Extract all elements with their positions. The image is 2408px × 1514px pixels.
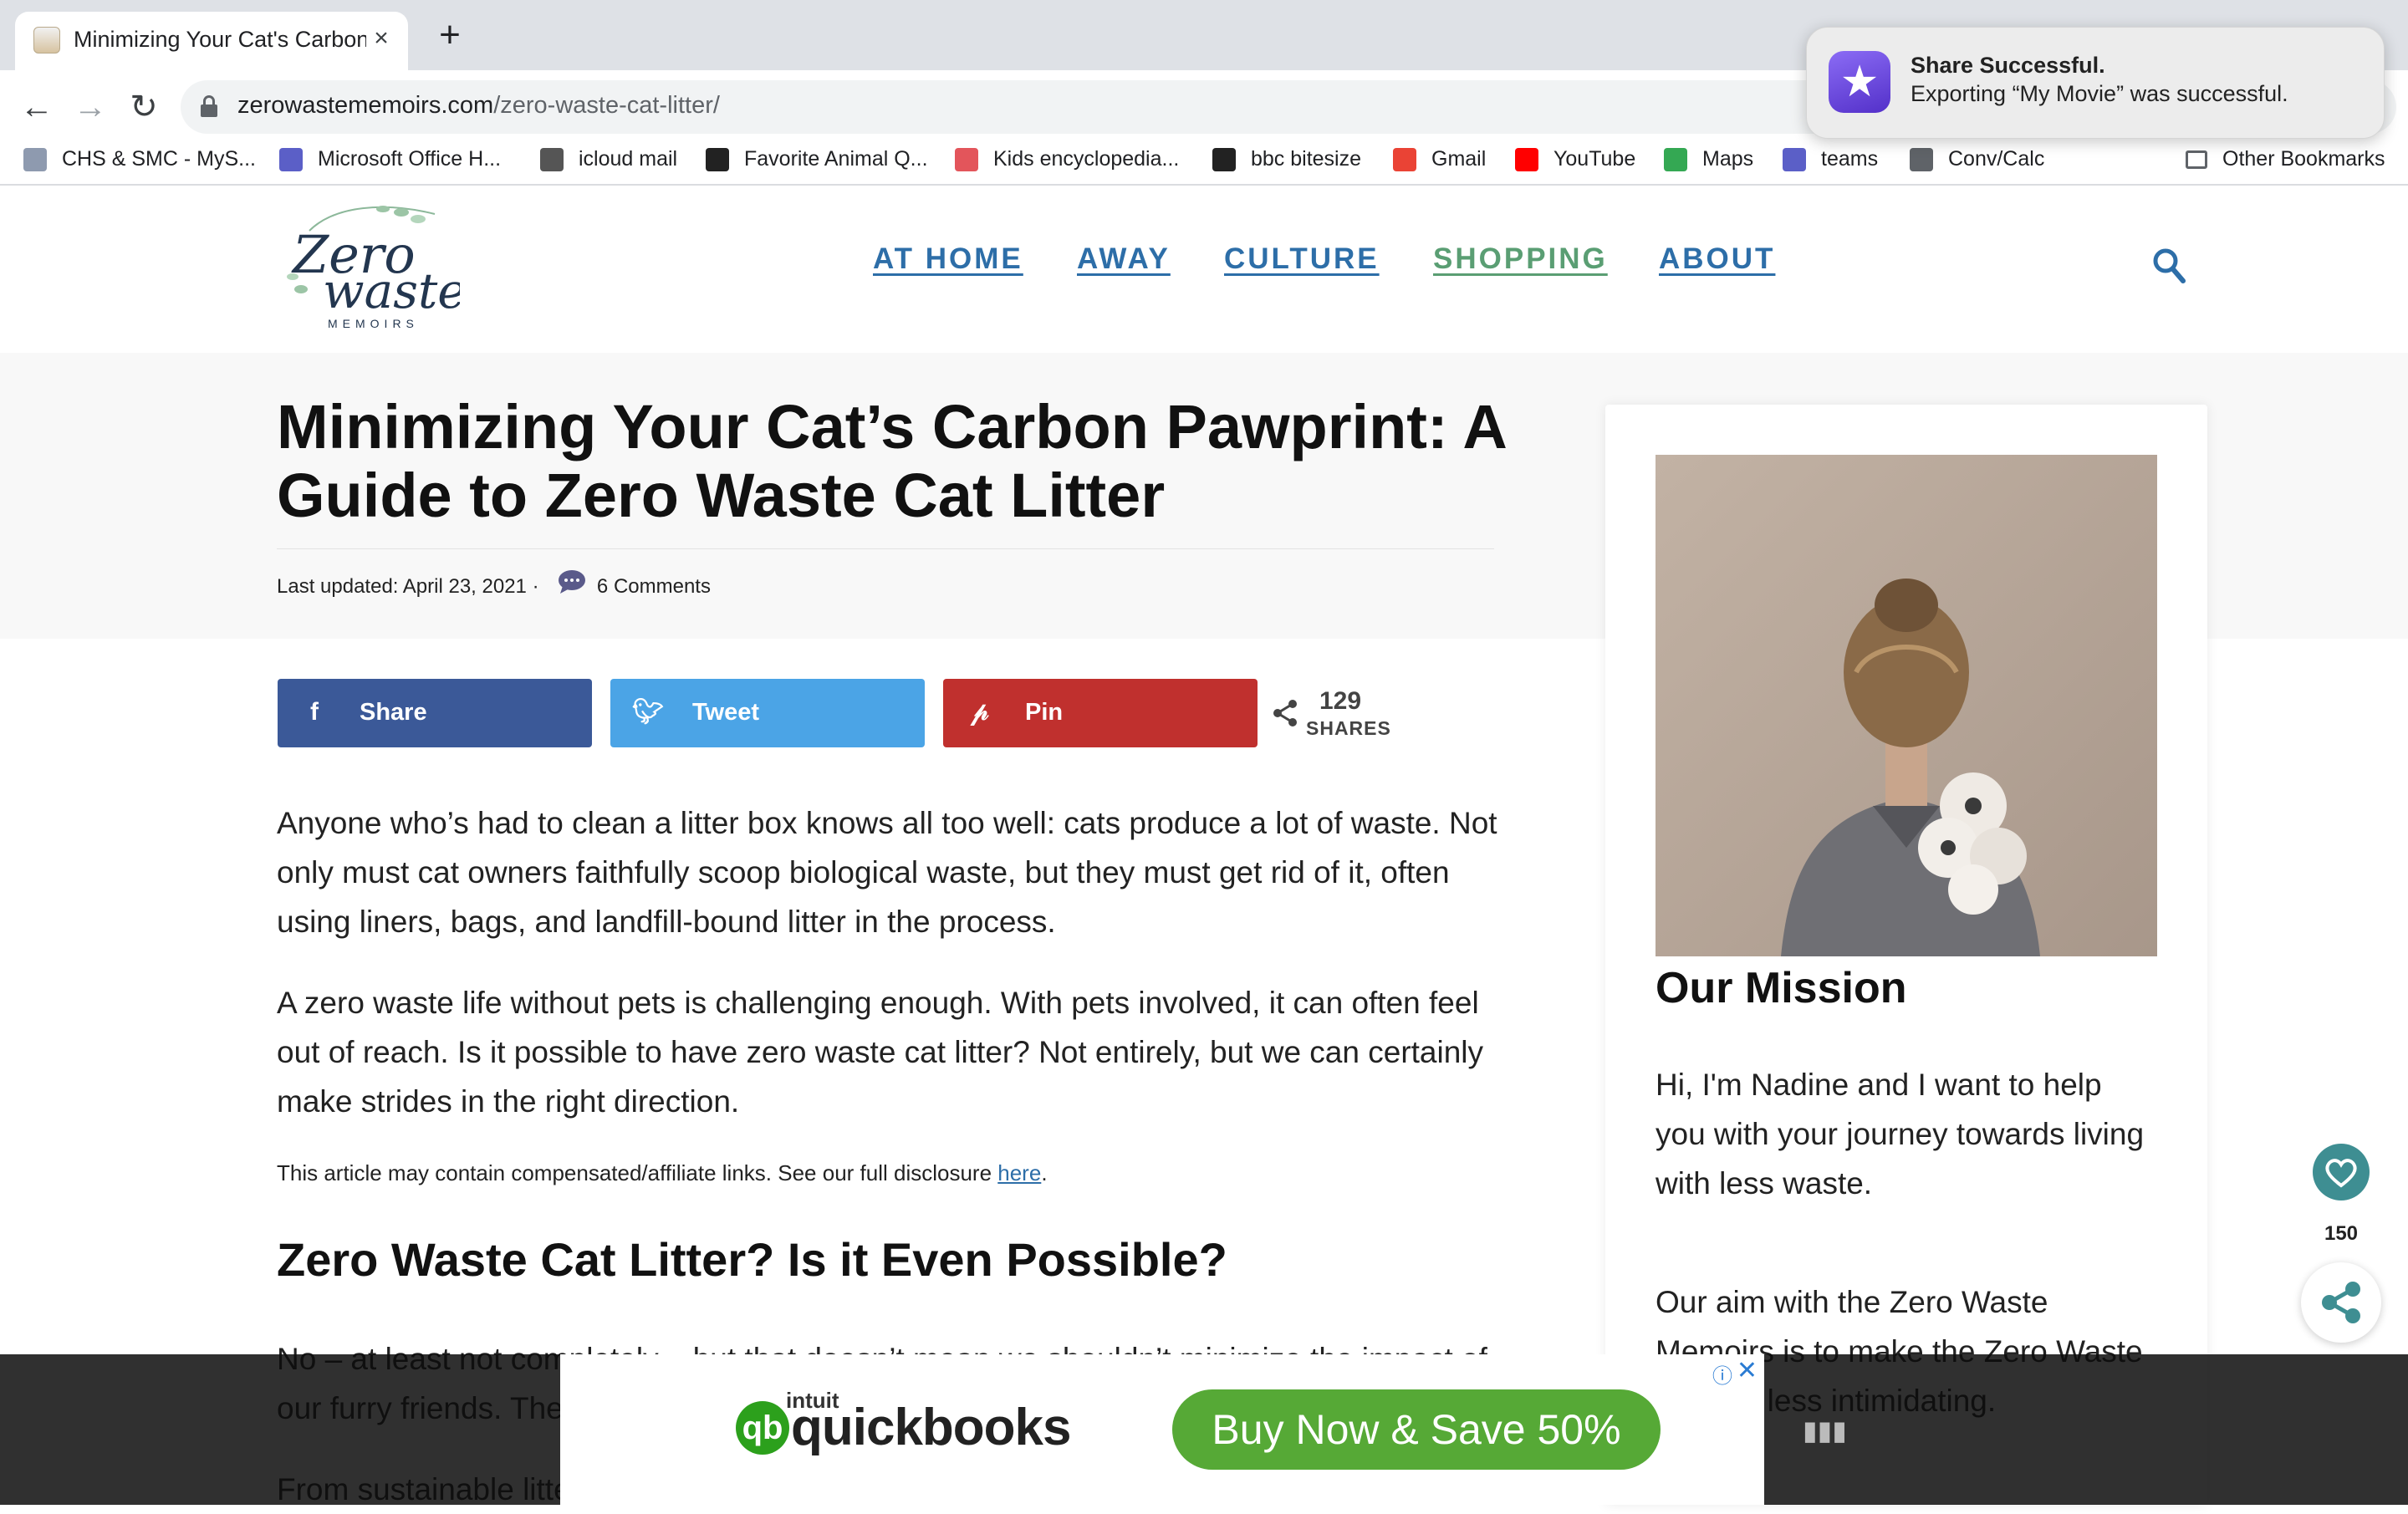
notification-title: Share Successful. xyxy=(1911,53,2105,78)
folder-icon xyxy=(1910,148,1933,172)
bookmark-label: Microsoft Office H... xyxy=(318,147,502,171)
heart-icon xyxy=(2325,1159,2357,1188)
tab-title: Minimizing Your Cat's Carbon P xyxy=(74,27,366,52)
bookmark-item[interactable]: teams xyxy=(1783,144,1878,174)
new-tab-plus-icon[interactable]: + xyxy=(433,17,467,54)
floating-share-button[interactable] xyxy=(2301,1262,2381,1343)
maps-icon xyxy=(1664,148,1687,172)
bookmark-label: icloud mail xyxy=(579,147,678,171)
ad-close-icon[interactable]: ✕ xyxy=(1737,1356,1758,1385)
bookmark-label: Kids encyclopedia... xyxy=(993,147,1180,171)
affiliate-disclosure: This article may contain compensated/aff… xyxy=(277,1160,1048,1185)
quickbooks-ad[interactable]: qb intuit quickbooks Buy Now & Save 50% … xyxy=(560,1354,1764,1505)
floating-share-count: 150 xyxy=(2324,1222,2359,1245)
comment-bubble-icon[interactable] xyxy=(558,569,586,594)
bookmark-item[interactable]: Maps xyxy=(1664,144,1753,174)
bookmark-label: Maps xyxy=(1702,147,1754,171)
tab-close-icon[interactable]: × xyxy=(366,23,396,54)
encyclopedia-icon xyxy=(955,148,978,172)
share-nodes-icon xyxy=(1273,700,1297,726)
back-arrow-icon[interactable]: ← xyxy=(12,82,62,132)
bookmark-item[interactable]: bbc bitesize xyxy=(1212,144,1361,174)
notification-body: Exporting “My Movie” was successful. xyxy=(1911,81,2288,106)
teams-icon xyxy=(1783,148,1806,172)
bookmark-label: bbc bitesize xyxy=(1251,147,1362,171)
svg-text:waste: waste xyxy=(323,263,460,319)
youtube-icon xyxy=(1515,148,1538,172)
ad-brand: quickbooks xyxy=(791,1399,1072,1456)
url-text[interactable]: zerowastememoirs.com/zero-waste-cat-litt… xyxy=(237,92,720,120)
share-notification[interactable]: ★ Share Successful. Exporting “My Movie”… xyxy=(1806,27,2385,139)
ad-side-logo-icon: ▮▮▮ xyxy=(1803,1415,1847,1445)
ad-cta-button[interactable]: Buy Now & Save 50% xyxy=(1172,1389,1661,1470)
facebook-share-button[interactable]: f Share xyxy=(278,679,592,747)
article-paragraph-2: A zero waste life without pets is challe… xyxy=(277,986,1484,1119)
quickbooks-logo-icon: qb xyxy=(736,1401,789,1455)
nav-culture[interactable]: CULTURE xyxy=(1224,242,1380,276)
share-count-label: SHARES xyxy=(1306,717,1391,739)
twitter-share-button[interactable]: 🐦︎ Tweet xyxy=(610,679,925,747)
bookmark-item[interactable]: Microsoft Office H... xyxy=(279,144,501,174)
comments-link[interactable]: 6 Comments xyxy=(597,575,711,598)
nav-away[interactable]: AWAY xyxy=(1077,242,1171,276)
bookmark-label: CHS & SMC - MyS... xyxy=(62,147,256,171)
site-header: Zero waste MEMOIRS AT HOME AWAY CULTURE … xyxy=(0,186,2408,353)
imovie-star-icon: ★ xyxy=(1829,51,1890,113)
title-divider xyxy=(277,548,1494,549)
sidebar-paragraph-1: Hi, I'm Nadine and I want to help you wi… xyxy=(1656,1068,2145,1200)
office-icon xyxy=(279,148,303,172)
zero-waste-memoirs-logo[interactable]: Zero waste MEMOIRS xyxy=(276,197,460,331)
folder-icon xyxy=(2186,150,2207,170)
other-bookmarks[interactable]: Other Bookmarks xyxy=(2186,144,2385,174)
nav-at-home[interactable]: AT HOME xyxy=(873,242,1023,276)
reload-icon[interactable]: ↻ xyxy=(119,82,169,132)
lock-icon xyxy=(201,95,217,117)
twitter-icon: 🐦︎ xyxy=(632,698,665,726)
pinterest-share-button[interactable]: 𝓅 Pin xyxy=(943,679,1258,747)
bookmark-item[interactable]: YouTube xyxy=(1515,144,1635,174)
woman-with-flowers-photo xyxy=(1656,455,2157,956)
bbc-icon xyxy=(1212,148,1236,172)
bookmark-label: Conv/Calc xyxy=(1948,147,2045,171)
share-count: 129 SHARES xyxy=(1273,684,1390,742)
bookmark-item[interactable]: CHS & SMC - MyS... xyxy=(23,144,256,174)
last-updated: Last updated: April 23, 2021 xyxy=(277,575,527,598)
svg-text:MEMOIRS: MEMOIRS xyxy=(328,317,419,330)
bookmark-label: teams xyxy=(1821,147,1879,171)
search-icon[interactable] xyxy=(2152,247,2186,284)
gmail-icon xyxy=(1393,148,1416,172)
bookmark-item[interactable]: Conv/Calc xyxy=(1910,144,2044,174)
article-paragraph-1: Anyone who’s had to clean a litter box k… xyxy=(277,806,1497,939)
nav-shopping[interactable]: SHOPPING xyxy=(1433,242,1608,276)
quiz-icon xyxy=(706,148,729,172)
bookmark-label: YouTube xyxy=(1553,147,1636,171)
bookmark-item[interactable]: Favorite Animal Q... xyxy=(706,144,928,174)
bookmark-label: Favorite Animal Q... xyxy=(744,147,928,171)
browser-tab[interactable]: Minimizing Your Cat's Carbon P × xyxy=(15,12,408,70)
facebook-icon: f xyxy=(310,698,319,726)
share-icon xyxy=(2322,1282,2360,1323)
forward-arrow-icon[interactable]: → xyxy=(65,82,115,132)
bookmark-item[interactable]: Gmail xyxy=(1393,144,1486,174)
section-heading: Zero Waste Cat Litter? Is it Even Possib… xyxy=(277,1233,1227,1286)
bookmarks-bar: CHS & SMC - MyS... Microsoft Office H... i… xyxy=(0,134,2408,184)
apple-icon xyxy=(540,148,564,172)
sidebar-title: Our Mission xyxy=(1656,964,1907,1012)
ad-info-icon[interactable]: ⓘ xyxy=(1712,1359,1732,1389)
nav-about[interactable]: ABOUT xyxy=(1659,242,1775,276)
bookmark-label: Gmail xyxy=(1431,147,1487,171)
bookmark-item[interactable]: Kids encyclopedia... xyxy=(955,144,1179,174)
article-meta: Last updated: April 23, 2021 · 6 Comment… xyxy=(277,569,711,599)
favorite-heart-button[interactable] xyxy=(2313,1144,2370,1200)
share-count-number: 129 xyxy=(1319,687,1362,715)
pinterest-icon: 𝓅 xyxy=(971,698,989,726)
bars-icon xyxy=(23,148,47,172)
bookmark-item[interactable]: icloud mail xyxy=(540,144,677,174)
article-title: Minimizing Your Cat’s Carbon Pawprint: A… xyxy=(277,392,1506,530)
site-favicon-icon xyxy=(33,27,60,54)
disclosure-link[interactable]: here xyxy=(997,1160,1041,1185)
